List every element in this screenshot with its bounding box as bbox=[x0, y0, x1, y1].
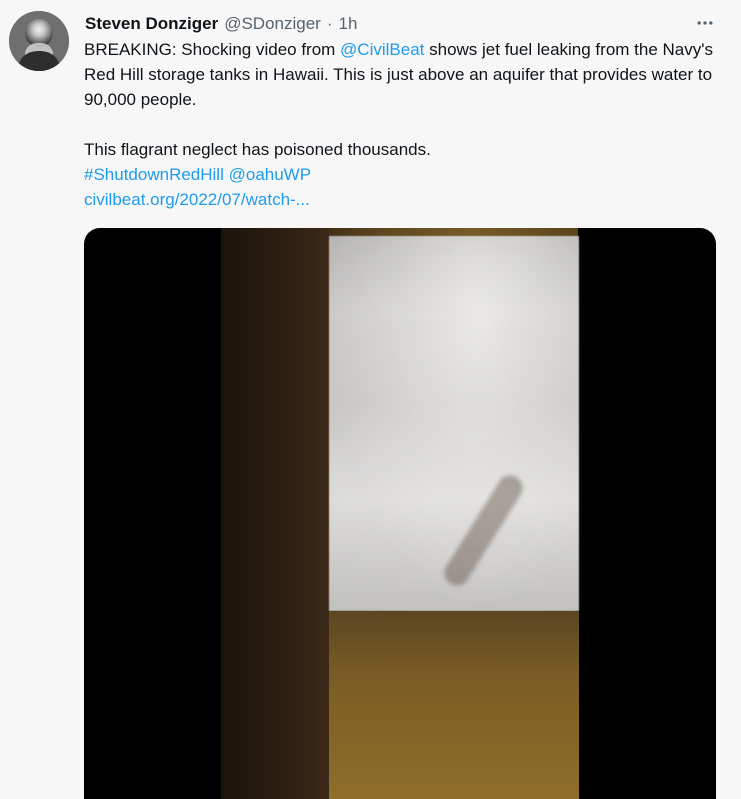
tweet-text: BREAKING: Shocking video from @CivilBeat… bbox=[84, 37, 724, 212]
hashtag-shutdownredhill[interactable]: #ShutdownRedHill bbox=[84, 165, 224, 184]
tweet[interactable]: Steven Donziger @SDonziger · 1h BREAKING… bbox=[0, 0, 741, 799]
profile-photo-icon bbox=[9, 11, 69, 71]
video-lower-panel bbox=[329, 611, 579, 799]
tweet-line-1: BREAKING: Shocking video from @CivilBeat… bbox=[84, 37, 724, 112]
mention-oahuwp[interactable]: @oahuWP bbox=[229, 165, 311, 184]
separator-dot: · bbox=[326, 14, 333, 33]
video-frame[interactable] bbox=[221, 228, 579, 799]
display-name[interactable]: Steven Donziger bbox=[85, 12, 218, 36]
timestamp[interactable]: 1h bbox=[339, 12, 358, 36]
more-icon bbox=[697, 21, 713, 25]
more-button[interactable] bbox=[693, 11, 717, 35]
mention-civilbeat[interactable]: @CivilBeat bbox=[340, 40, 424, 59]
tweet-header: Steven Donziger @SDonziger · 1h bbox=[85, 12, 357, 36]
video-media[interactable] bbox=[84, 228, 716, 799]
handle[interactable]: @SDonziger bbox=[224, 12, 321, 36]
avatar[interactable] bbox=[9, 11, 69, 71]
tweet-tags-line: #ShutdownRedHill @oahuWP bbox=[84, 162, 724, 187]
video-dark-frame bbox=[221, 228, 329, 799]
tweet-url-line: civilbeat.org/2022/07/watch-... bbox=[84, 187, 724, 212]
tweet-line-2: This flagrant neglect has poisoned thous… bbox=[84, 140, 431, 159]
tweet-text-part-1: BREAKING: Shocking video from bbox=[84, 40, 341, 59]
tweet-url[interactable]: civilbeat.org/2022/07/watch-... bbox=[84, 190, 310, 209]
